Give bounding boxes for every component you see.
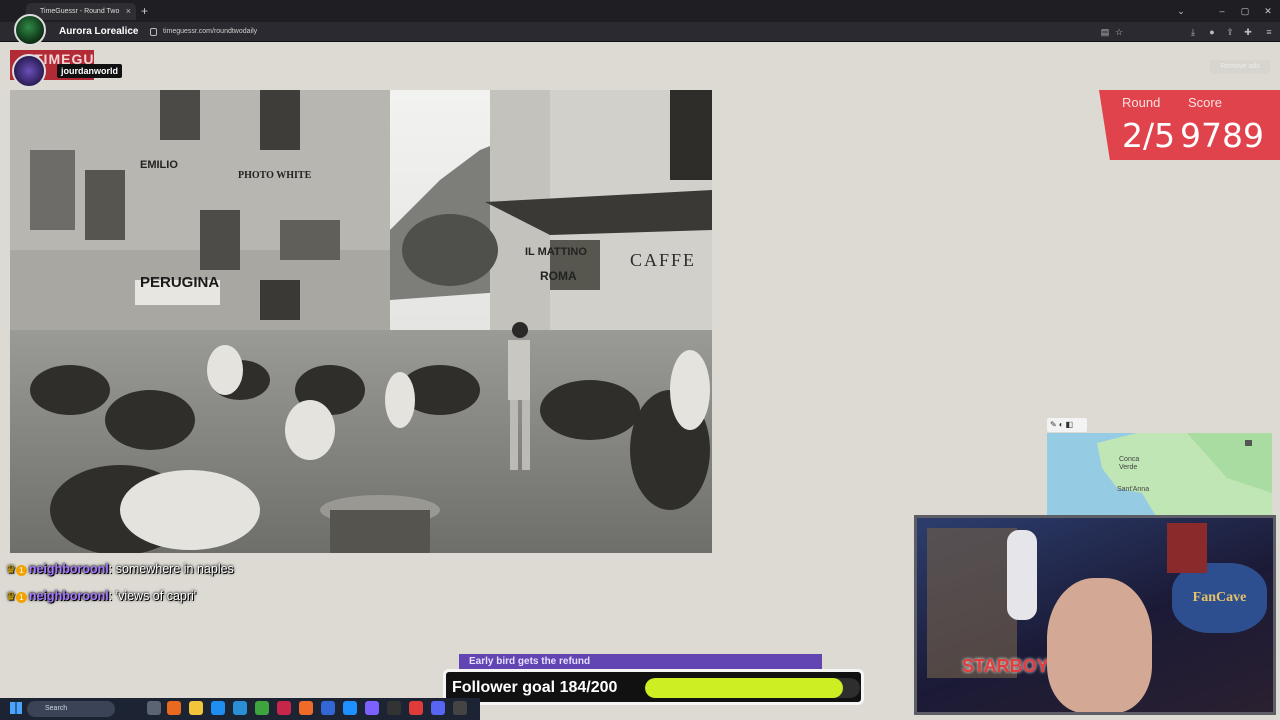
share-icon[interactable]: ⇪: [1223, 26, 1237, 38]
profile-name: Aurora Lorealice: [59, 26, 139, 37]
map-label-verde: Verde: [1119, 464, 1137, 471]
round-photo: EMILIO PHOTO WHITE PERUGINA IL MATTINO R…: [10, 90, 712, 553]
bookmark-star-icon[interactable]: ☆: [1112, 26, 1126, 38]
app-icon[interactable]: [343, 701, 357, 715]
edge-icon[interactable]: [211, 701, 225, 715]
sign-mattino: IL MATTINO: [525, 246, 587, 258]
close-window-icon[interactable]: ✕: [1260, 4, 1276, 18]
follower-goal-label: Follower goal 184/200: [452, 679, 618, 696]
app-icon[interactable]: [365, 701, 379, 715]
browser-tab-bar: [0, 0, 1280, 22]
round-value: 2/5: [1122, 116, 1176, 155]
sub-badge-icon: 1: [15, 592, 27, 603]
guess-map[interactable]: Conca Verde Sant'Anna: [1047, 433, 1272, 518]
crown-icon: ♛: [6, 591, 16, 603]
extension-icon[interactable]: ●: [1205, 26, 1219, 38]
tab-list-icon[interactable]: ⌄: [1173, 4, 1189, 18]
app-icon[interactable]: [321, 701, 335, 715]
file-explorer-icon[interactable]: [189, 701, 203, 715]
crown-icon: ♛: [6, 564, 16, 576]
chat-separator: :: [108, 589, 116, 603]
app-icon[interactable]: [409, 701, 423, 715]
app-icon[interactable]: [277, 701, 291, 715]
xbox-icon[interactable]: [255, 701, 269, 715]
taskbar-search[interactable]: Search: [27, 701, 115, 717]
windows-start-icon[interactable]: [10, 702, 22, 714]
map-expand-icon[interactable]: [1245, 440, 1252, 446]
store-icon[interactable]: [233, 701, 247, 715]
follower-goal-track: [645, 678, 860, 698]
sub-badge-icon: 1: [15, 565, 27, 576]
webcam-fancave-poster: FanCave: [1172, 563, 1267, 633]
chat-text: somewhere in naples: [115, 562, 234, 576]
chat-message: ♛ 1 neighboroonl: somewhere in naples: [6, 562, 234, 576]
round-label: Round: [1122, 95, 1161, 110]
menu-icon[interactable]: ≡: [1262, 26, 1276, 38]
chat-user-avatar: [12, 54, 46, 88]
maximize-icon[interactable]: ▢: [1237, 4, 1253, 18]
photo-illustration: EMILIO PHOTO WHITE PERUGINA IL MATTINO R…: [10, 90, 712, 553]
discord-icon[interactable]: [431, 701, 445, 715]
tab-timeguessr[interactable]: TimeGuessr - Round Two ×: [26, 3, 136, 20]
sign-caffe: CAFFE: [630, 250, 696, 270]
chat-username: neighboroonl: [28, 589, 109, 603]
chat-separator: :: [108, 562, 116, 576]
task-view-icon[interactable]: [147, 701, 161, 715]
app-icon[interactable]: [167, 701, 181, 715]
webcam-feed: FanCave STARBOY: [914, 515, 1276, 715]
webcam-poster: [1167, 523, 1207, 573]
sign-emilio: EMILIO: [140, 159, 178, 171]
new-tab-button[interactable]: +: [141, 3, 148, 20]
webcam-starboy-sign: STARBOY: [962, 656, 1049, 676]
tab-close-icon[interactable]: ×: [126, 3, 131, 20]
chat-message: ♛ 1 neighboroonl: 'views of capri': [6, 589, 196, 603]
webcam-robot-figure: [1007, 530, 1037, 620]
puzzle-icon[interactable]: ✚: [1241, 26, 1255, 38]
reader-icon[interactable]: ▤: [1098, 26, 1112, 38]
chat-username: neighboroonl: [28, 562, 109, 576]
tab-title: TimeGuessr - Round Two: [40, 8, 120, 15]
url-field[interactable]: timeguessr.com/roundtwodaily: [145, 25, 1095, 39]
webcam-person: [1047, 578, 1152, 712]
stream-username: jourdanworld: [57, 64, 122, 78]
streamer-avatar: [14, 14, 46, 46]
remove-ads-button[interactable]: Remove ads: [1210, 60, 1270, 74]
terminal-icon[interactable]: [387, 701, 401, 715]
sign-roma: ROMA: [540, 269, 577, 283]
download-icon[interactable]: ⤓: [1186, 26, 1200, 38]
score-label: Score: [1188, 95, 1222, 110]
brave-icon[interactable]: [299, 701, 313, 715]
map-label-conca: Conca: [1119, 456, 1139, 463]
follower-goal-fill: [645, 678, 843, 698]
minimize-icon[interactable]: –: [1214, 4, 1230, 18]
map-controls[interactable]: ✎◐◧: [1047, 418, 1087, 432]
sign-perugina: PERUGINA: [140, 274, 219, 291]
sponsor-banner: Early bird gets the refund: [459, 654, 822, 670]
score-value: 9789: [1180, 116, 1264, 155]
map-land: Conca Verde Sant'Anna: [1097, 433, 1272, 518]
app-icon[interactable]: [453, 701, 467, 715]
chat-text: 'views of capri': [115, 589, 197, 603]
sign-photo: PHOTO WHITE: [238, 170, 312, 181]
map-label-santanna: Sant'Anna: [1117, 486, 1149, 493]
